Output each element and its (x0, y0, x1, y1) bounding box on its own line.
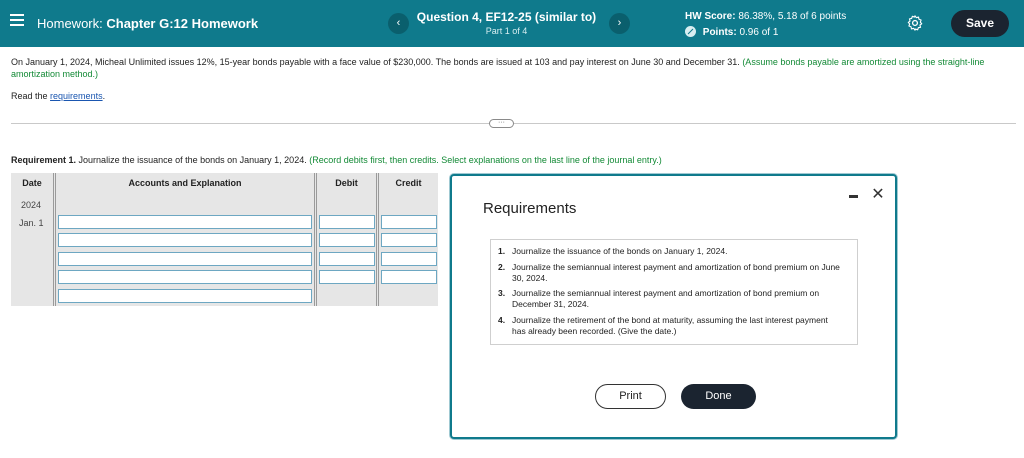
question-title: Question 4, EF12-25 (similar to) (416, 10, 597, 24)
credit-input-row-2[interactable] (381, 233, 437, 247)
item-text: Journalize the retirement of the bond at… (512, 315, 828, 336)
item-number: 4. (498, 315, 506, 325)
explanation-input[interactable] (58, 289, 312, 303)
read-suffix: . (102, 91, 106, 101)
list-item: 1. Journalize the issuance of the bonds … (498, 246, 843, 257)
list-item: 2. Journalize the semiannual interest pa… (498, 262, 843, 284)
requirement-1-hint: (Record debits first, then credits. Sele… (309, 155, 662, 165)
item-number: 2. (498, 262, 506, 272)
menu-icon[interactable] (10, 14, 24, 26)
hw-score-label: HW Score: (685, 11, 736, 22)
expand-more-button[interactable]: ··· (489, 119, 514, 128)
requirements-list: 1. Journalize the issuance of the bonds … (490, 239, 858, 345)
account-input-row-4[interactable] (58, 270, 312, 284)
column-separator (314, 173, 317, 306)
journal-header-credit: Credit (379, 173, 438, 193)
account-input-row-1[interactable] (58, 215, 312, 229)
journal-header-date: Date (11, 173, 53, 193)
debit-input-row-3[interactable] (319, 252, 375, 266)
account-input-row-2[interactable] (58, 233, 312, 247)
requirement-1-instruction: Requirement 1. Journalize the issuance o… (11, 155, 662, 165)
save-button[interactable]: Save (951, 10, 1009, 37)
homework-title: Homework: Chapter G:12 Homework (37, 16, 258, 31)
item-text: Journalize the semiannual interest payme… (512, 288, 820, 309)
top-header: Homework: Chapter G:12 Homework ‹ Questi… (0, 0, 1024, 47)
read-requirements: Read the requirements. (11, 91, 105, 101)
debit-input-row-1[interactable] (319, 215, 375, 229)
account-input-row-3[interactable] (58, 252, 312, 266)
requirements-link[interactable]: requirements (50, 91, 103, 101)
close-icon[interactable]: ✕ (871, 185, 885, 205)
journal-header-debit: Debit (317, 173, 376, 193)
debit-input-row-2[interactable] (319, 233, 375, 247)
points-value: 0.96 of 1 (739, 27, 779, 38)
item-number: 3. (498, 288, 506, 298)
credit-input-row-3[interactable] (381, 252, 437, 266)
dialog-title: Requirements (483, 200, 577, 217)
list-item: 4. Journalize the retirement of the bond… (498, 315, 843, 337)
list-item: 3. Journalize the semiannual interest pa… (498, 288, 843, 310)
question-text: On January 1, 2024, Micheal Unlimited is… (11, 56, 1011, 80)
read-prefix: Read the (11, 91, 48, 101)
item-text: Journalize the semiannual interest payme… (512, 262, 840, 283)
debit-input-row-4[interactable] (319, 270, 375, 284)
minimize-icon[interactable] (849, 195, 858, 198)
item-number: 1. (498, 246, 506, 256)
hw-score: HW Score: 86.38%, 5.18 of 6 points (685, 11, 846, 22)
done-button[interactable]: Done (681, 384, 756, 409)
item-text: Journalize the issuance of the bonds on … (512, 246, 728, 256)
journal-table: Date Accounts and Explanation Debit Cred… (11, 173, 438, 306)
partial-credit-icon (685, 26, 696, 37)
points: Points: 0.96 of 1 (685, 26, 778, 38)
journal-header-accounts: Accounts and Explanation (56, 173, 314, 193)
gear-icon[interactable] (906, 14, 924, 32)
journal-year: 2024 (21, 200, 42, 210)
points-label: Points: (702, 27, 737, 38)
requirement-1-label: Requirement 1. (11, 155, 77, 165)
credit-input-row-4[interactable] (381, 270, 437, 284)
requirement-1-text: Journalize the issuance of the bonds on … (78, 155, 307, 165)
requirements-dialog: Requirements ✕ 1. Journalize the issuanc… (450, 174, 897, 439)
homework-label: Homework: (37, 16, 103, 31)
hw-score-value: 86.38%, 5.18 of 6 points (738, 11, 847, 22)
column-separator (376, 173, 379, 306)
next-question-button[interactable]: › (609, 13, 630, 34)
previous-question-button[interactable]: ‹ (388, 13, 409, 34)
column-separator (53, 173, 56, 306)
homework-name: Chapter G:12 Homework (106, 16, 259, 31)
journal-date: Jan. 1 (19, 218, 44, 228)
credit-input-row-1[interactable] (381, 215, 437, 229)
question-body: On January 1, 2024, Micheal Unlimited is… (11, 57, 740, 67)
print-button[interactable]: Print (595, 384, 666, 409)
question-part: Part 1 of 4 (485, 26, 528, 36)
